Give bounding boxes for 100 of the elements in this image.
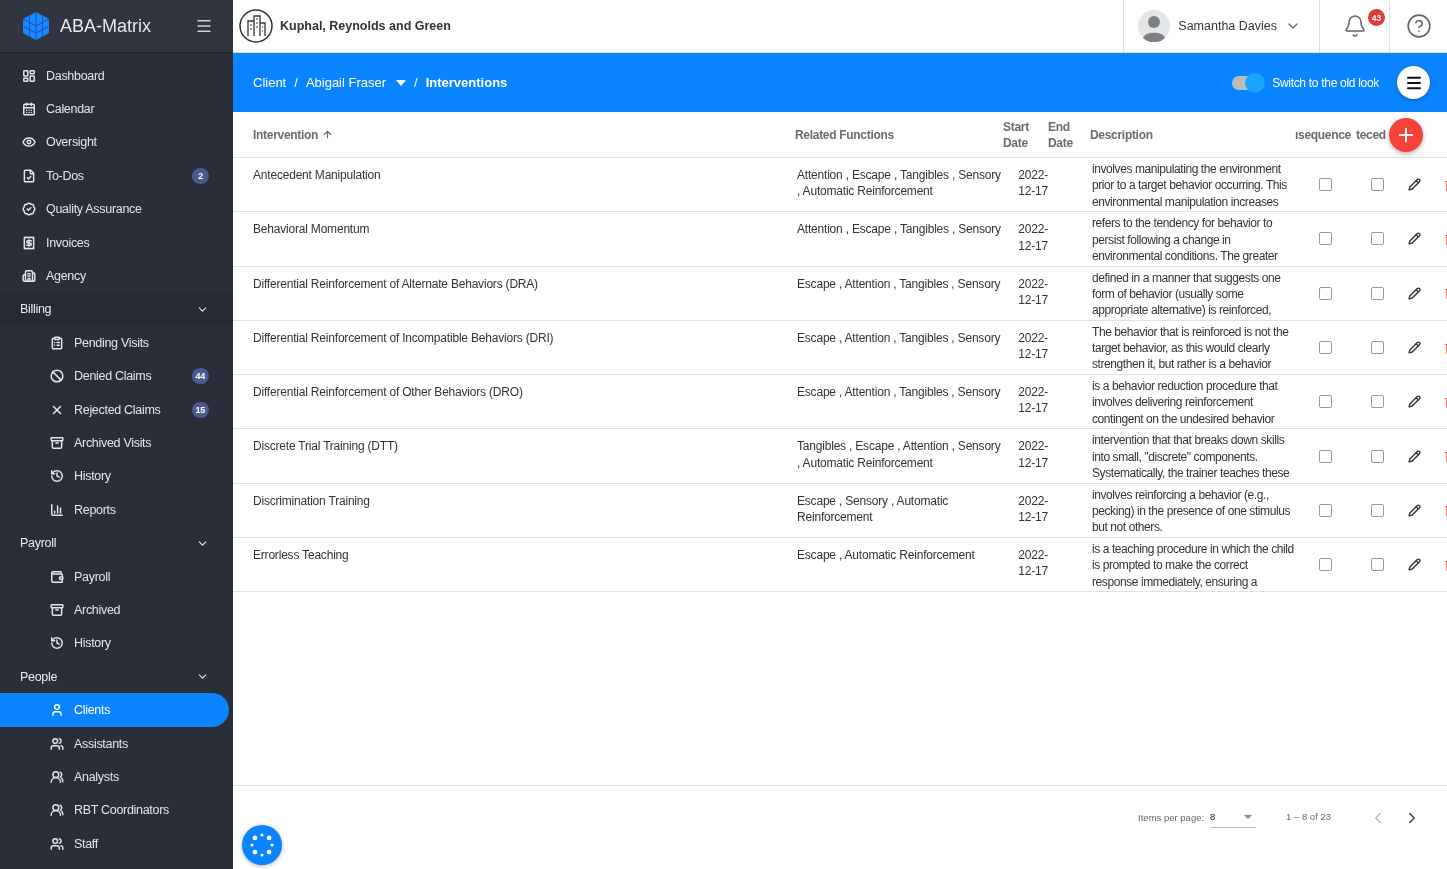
table-cell-text: 2022-12-17 — [1017, 492, 1048, 527]
page-range: 1 – 8 of 23 — [1286, 811, 1331, 822]
table-cell-text: involves reinforcing a behavior (e.g., pecking) in the presence of one stimulus but not others. — [1091, 486, 1291, 537]
sidebar-item[interactable]: Archived — [0, 593, 233, 627]
checkbox[interactable] — [1319, 178, 1332, 192]
table-cell-text: Discrete Trial Training (DTT) — [253, 438, 399, 456]
column-header[interactable]: Start Date — [1003, 118, 1048, 151]
sidebar-item[interactable]: Assistants — [0, 726, 233, 761]
menu-icon[interactable] — [195, 17, 213, 35]
toggle-switch[interactable] — [1232, 75, 1265, 90]
sidebar-item[interactable]: History — [0, 626, 233, 661]
sidebar-section[interactable]: Payroll — [0, 526, 233, 560]
sidebar-item[interactable]: RBT Coordinators — [0, 793, 233, 827]
count-badge: 2 — [192, 167, 209, 184]
breadcrumb-separator: / — [294, 75, 298, 90]
table-cell-text: involves manipulating the environment prior to a target behavior occurring. This environmental manipulation increases — [1091, 161, 1288, 211]
checkbox[interactable] — [1370, 449, 1384, 463]
checkbox[interactable] — [1370, 395, 1384, 409]
sidebar-item[interactable]: Invoices — [0, 225, 233, 260]
caret-icon — [396, 79, 407, 86]
edit-icon[interactable] — [1408, 178, 1421, 192]
breadcrumb-separator: / — [414, 75, 418, 90]
sidebar-item[interactable]: Pending Visits — [0, 326, 233, 360]
table-cell-text: is a behavior reduction procedure that involves delivering reinforcement contingent on the undesired behavior — [1091, 378, 1279, 428]
checkbox[interactable] — [1319, 286, 1332, 300]
user-menu[interactable]: Samantha Davies — [1123, 0, 1319, 52]
edit-icon[interactable] — [1408, 395, 1421, 409]
sidebar-item[interactable]: Clients — [0, 693, 229, 727]
table-cell-text: intervention that that breaks down skills into small, "discrete" components. Systematically, the trainer teaches these — [1091, 432, 1291, 483]
edit-icon[interactable] — [1408, 558, 1421, 572]
table-cell-text: Attention , Escape , Tangibles , Sensory , Automatic Reinforcement — [796, 167, 1002, 201]
people-icon — [50, 736, 64, 751]
edit-icon[interactable] — [1408, 449, 1421, 463]
checkbox[interactable] — [1319, 395, 1332, 409]
checkbox[interactable] — [1319, 503, 1332, 517]
dots-circle-button[interactable] — [242, 825, 282, 865]
history-icon — [50, 469, 64, 484]
bar-chart-icon — [50, 502, 64, 517]
column-header[interactable]: Related Functions — [795, 126, 894, 143]
sidebar-item[interactable]: Payroll — [0, 559, 233, 594]
checkbox[interactable] — [1370, 232, 1384, 246]
table-cell-text: Antecedent Manipulation — [253, 167, 382, 184]
checkbox[interactable] — [1319, 449, 1332, 463]
table-cell-text: refers to the tendency for behavior to persist following a change in environmental conditions. The greater — [1091, 215, 1279, 265]
sidebar-section[interactable]: People — [0, 660, 233, 694]
breadcrumb-link[interactable]: Client — [253, 75, 287, 90]
edit-icon[interactable] — [1408, 503, 1421, 517]
sidebar-item[interactable]: Oversight — [0, 125, 233, 160]
column-header[interactable]: End Date — [1048, 118, 1090, 151]
sidebar-item[interactable]: Calendar — [0, 92, 233, 126]
checkbox[interactable] — [1319, 341, 1332, 355]
checkbox[interactable] — [1319, 558, 1332, 572]
sidebar-item[interactable]: Dashboard — [0, 59, 233, 93]
count-badge: 15 — [191, 401, 209, 418]
cube-logo-icon — [20, 10, 52, 42]
edit-icon[interactable] — [1408, 286, 1421, 300]
column-header[interactable]: ısequence — [1295, 126, 1351, 143]
sidebar-section[interactable]: Billing — [0, 292, 233, 327]
table-cell-text: The behavior that is reinforced is not the target behavior, as this would clearly strengthen it, but rather is a behavior — [1091, 323, 1290, 374]
checkbox[interactable] — [1319, 232, 1332, 246]
sidebar-item[interactable]: Quality Assurance — [0, 192, 233, 226]
dashboard-icon — [22, 68, 36, 83]
receipt-icon — [22, 235, 36, 250]
building-icon — [22, 269, 36, 284]
column-header[interactable]: Description — [1090, 126, 1153, 143]
table-cell-text: Differential Reinforcement of Alternate Behaviors (DRA) — [253, 275, 539, 293]
people-icon — [50, 769, 64, 784]
items-per-page-select[interactable]: 8 — [1210, 806, 1257, 828]
sidebar-item[interactable]: History — [0, 459, 233, 494]
menu-button[interactable] — [1397, 66, 1430, 99]
checkbox[interactable] — [1370, 558, 1384, 572]
client-dropdown[interactable]: Abigail Fraser — [305, 75, 407, 90]
sidebar-item[interactable]: Archived Visits — [0, 426, 233, 460]
table-cell-text: defined in a manner that suggests one form of behavior (usually some appropriate alternative) is reinforced, — [1091, 269, 1282, 320]
table-cell-text: Differential Reinforcement of Other Behaviors (DRO) — [253, 384, 524, 402]
column-header[interactable]: teced — [1356, 126, 1386, 143]
sidebar-item[interactable]: Staff — [0, 827, 233, 861]
checkbox[interactable] — [1370, 341, 1384, 355]
table-cell-text: 2022-12-17 — [1017, 275, 1048, 309]
help-icon[interactable] — [1405, 13, 1432, 39]
add-button[interactable] — [1389, 118, 1423, 152]
table-cell-text: Tangibles , Escape , Attention , Sensory , Automatic Reinforcement — [796, 438, 1002, 472]
sidebar-item[interactable]: Reports — [0, 493, 233, 527]
sidebar-item[interactable]: To-Dos 2 — [0, 159, 233, 193]
document-check-icon — [22, 168, 36, 183]
sidebar-item[interactable]: Rejected Claims 15 — [0, 392, 233, 427]
sidebar-item[interactable]: Agency — [0, 259, 233, 293]
archive-icon — [50, 602, 64, 617]
edit-icon[interactable] — [1408, 232, 1421, 246]
checkbox[interactable] — [1370, 503, 1384, 517]
checkbox[interactable] — [1370, 286, 1384, 300]
column-header[interactable]: Intervention — [253, 126, 319, 143]
bell-icon[interactable] — [1342, 14, 1367, 38]
table-cell-text: Escape , Sensory , Automatic Reinforcement — [796, 492, 950, 527]
sidebar-item[interactable]: Denied Claims 44 — [0, 359, 233, 393]
checkbox[interactable] — [1370, 178, 1384, 192]
calendar-icon — [22, 102, 36, 117]
edit-icon[interactable] — [1408, 341, 1421, 355]
table-cell-text: 2022-12-17 — [1017, 329, 1048, 364]
sidebar-item[interactable]: Analysts — [0, 760, 233, 794]
